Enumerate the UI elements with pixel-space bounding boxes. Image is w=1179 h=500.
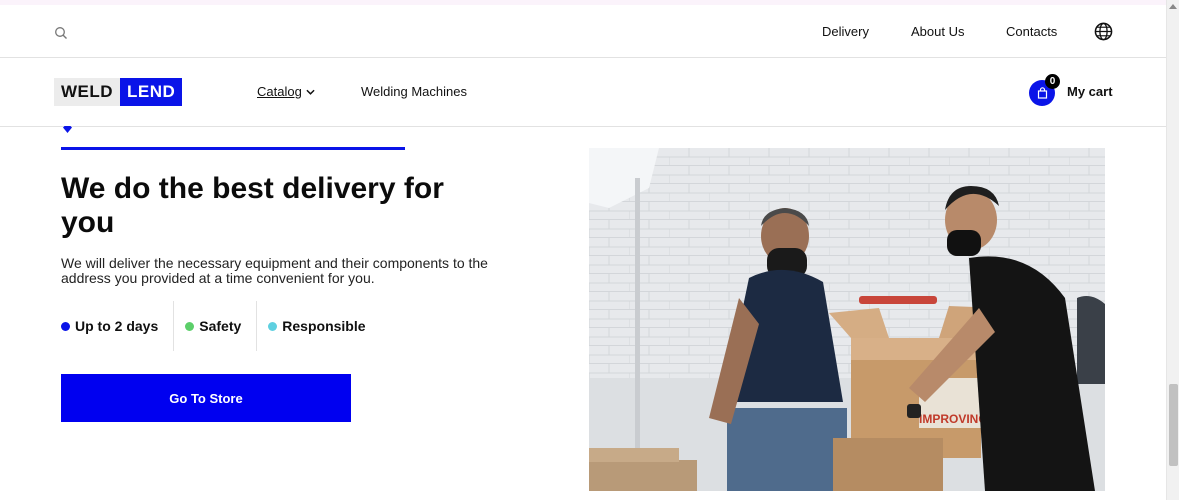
nav-delivery[interactable]: Delivery — [822, 24, 869, 39]
nav-about-us[interactable]: About Us — [911, 24, 964, 39]
feature-list: Up to 2 days Safety Responsible — [61, 301, 366, 351]
hero-title: We do the best delivery for you — [61, 172, 444, 239]
nav-welding-machines[interactable]: Welding Machines — [361, 84, 467, 99]
hero-description: We will deliver the necessary equipment … — [61, 255, 488, 286]
logo[interactable]: WELD LEND — [54, 78, 183, 106]
feature-label: Responsible — [282, 318, 366, 334]
feature-label: Safety — [199, 318, 242, 334]
box-printed-text: IMPROVING — [919, 412, 988, 426]
feature-label: Up to 2 days — [75, 318, 159, 334]
chevron-down-icon — [306, 89, 315, 95]
diamond-icon — [63, 126, 72, 133]
feature-dot-icon — [185, 321, 195, 331]
divider — [256, 301, 258, 351]
divider — [173, 301, 175, 351]
catalog-menu[interactable]: Catalog — [257, 84, 315, 99]
feature-delivery-time: Up to 2 days — [61, 301, 158, 351]
feature-responsible: Responsible — [268, 301, 366, 351]
search-icon[interactable] — [54, 26, 68, 40]
nav-contacts[interactable]: Contacts — [1006, 24, 1057, 39]
logo-weld: WELD — [54, 78, 121, 106]
feature-dot-icon — [61, 321, 70, 331]
feature-safety: Safety — [185, 301, 241, 351]
hero-image: IMPROVING — [589, 148, 1105, 491]
main-header: WELD LEND Catalog Welding Machines 0 My … — [0, 58, 1166, 127]
go-to-store-button[interactable]: Go To Store — [61, 374, 351, 422]
scroll-up-arrow-icon[interactable] — [1169, 4, 1177, 9]
globe-icon[interactable] — [1094, 22, 1113, 41]
feature-dot-icon — [268, 321, 278, 331]
cart-count-badge: 0 — [1045, 74, 1060, 89]
cart-label[interactable]: My cart — [1067, 84, 1113, 99]
shopping-bag-icon — [1037, 87, 1047, 99]
catalog-label: Catalog — [257, 84, 302, 99]
top-bar: Delivery About Us Contacts — [0, 5, 1166, 58]
logo-lend: LEND — [120, 78, 183, 106]
scrollbar[interactable] — [1166, 0, 1179, 500]
scroll-thumb[interactable] — [1169, 384, 1178, 466]
accent-line — [61, 147, 405, 150]
